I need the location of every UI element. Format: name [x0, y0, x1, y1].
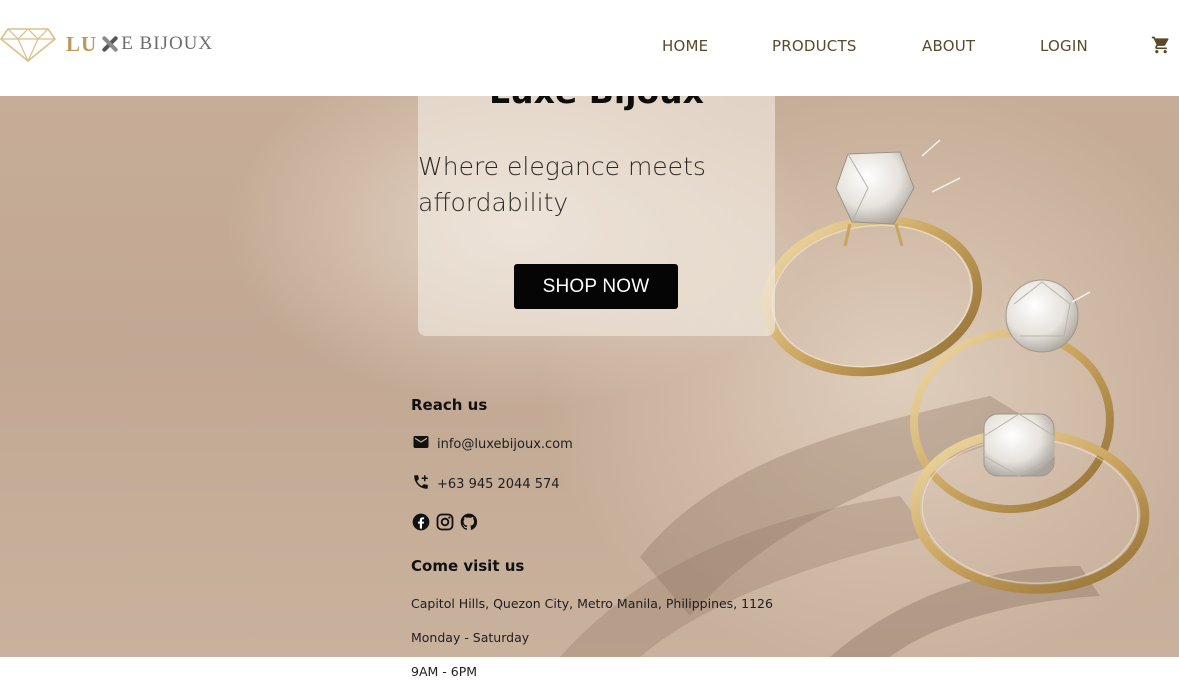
- opening-days: Monday - Saturday: [411, 630, 530, 645]
- cart-icon[interactable]: [1151, 35, 1171, 55]
- visit-us-heading: Come visit us: [411, 557, 525, 575]
- nav-login[interactable]: LOGIN: [1040, 37, 1088, 55]
- address-text: Capitol Hills, Quezon City, Metro Manila…: [411, 596, 773, 611]
- navbar: LU E BIJOUX HOME PRODUCTS ABOUT LOGIN: [0, 0, 1179, 96]
- email-row[interactable]: info@luxebijoux.com: [411, 433, 573, 455]
- shop-now-button[interactable]: SHOP NOW: [514, 264, 678, 309]
- email-text: info@luxebijoux.com: [437, 436, 573, 452]
- github-icon[interactable]: [459, 512, 479, 532]
- hero-title: Luxe Bijoux: [418, 96, 775, 111]
- brand-wordmark-lu: LU: [66, 31, 98, 56]
- hero-tagline: Where elegance meets affordability: [418, 152, 706, 217]
- reach-us-heading: Reach us: [411, 396, 488, 414]
- opening-hours: 9AM - 6PM: [411, 664, 478, 679]
- nav-about[interactable]: ABOUT: [922, 37, 975, 55]
- brand-wordmark-rest: E BIJOUX: [121, 33, 214, 54]
- email-icon: [411, 433, 437, 455]
- brand-wordmark: LU E BIJOUX: [66, 32, 213, 57]
- facebook-icon[interactable]: [411, 512, 431, 532]
- nav-home[interactable]: HOME: [662, 37, 708, 55]
- instagram-icon[interactable]: [435, 512, 455, 532]
- phone-text: +63 945 2044 574: [437, 476, 560, 492]
- brand-logo[interactable]: LU E BIJOUX: [0, 24, 213, 64]
- nav-products[interactable]: PRODUCTS: [772, 37, 857, 55]
- hero-banner: Luxe Bijoux Where elegance meets afforda…: [0, 96, 1179, 657]
- hero-card: Luxe Bijoux Where elegance meets afforda…: [418, 96, 775, 336]
- phone-icon: [411, 473, 437, 495]
- brand-x-mark: [99, 35, 119, 53]
- diamond-logo-icon: [0, 25, 56, 63]
- phone-row[interactable]: +63 945 2044 574: [411, 473, 560, 495]
- social-links: [411, 512, 479, 532]
